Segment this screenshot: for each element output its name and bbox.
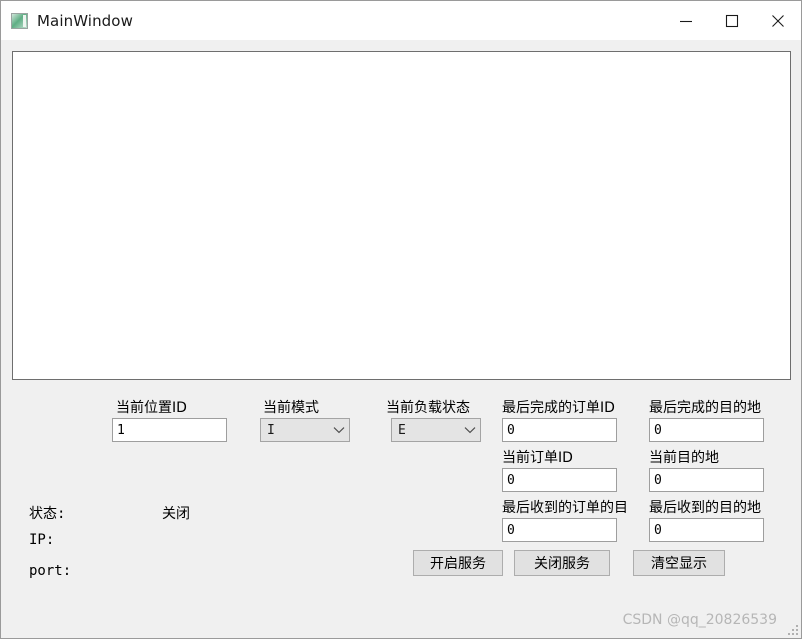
minimize-button[interactable] bbox=[663, 1, 709, 40]
window-title: MainWindow bbox=[37, 12, 133, 30]
status-port-label: port: bbox=[29, 563, 71, 579]
label-current-destination: 当前目的地 bbox=[649, 449, 789, 467]
close-button[interactable] bbox=[755, 1, 801, 40]
label-last-received-order-destination: 最后收到的订单的目的地 bbox=[502, 499, 629, 517]
combo-current-load-state-value: E bbox=[398, 423, 464, 438]
input-current-position-id[interactable] bbox=[112, 418, 227, 442]
combo-current-mode-value: I bbox=[267, 423, 333, 438]
picture-icon bbox=[11, 13, 28, 29]
status-state-value: 关闭 bbox=[162, 503, 190, 523]
minimize-icon bbox=[679, 14, 693, 28]
input-last-finished-order-id[interactable] bbox=[502, 418, 617, 442]
input-current-destination[interactable] bbox=[649, 468, 764, 492]
maximize-button[interactable] bbox=[709, 1, 755, 40]
stop-service-button[interactable]: 关闭服务 bbox=[514, 550, 610, 576]
input-last-finished-destination[interactable] bbox=[649, 418, 764, 442]
main-window: MainWindow 当前位置ID 当前模式 bbox=[0, 0, 802, 639]
status-state-label: 状态: bbox=[29, 503, 65, 523]
label-current-load-state: 当前负载状态 bbox=[386, 399, 470, 417]
chevron-down-icon bbox=[333, 426, 345, 434]
label-current-order-id: 当前订单ID bbox=[502, 449, 630, 467]
title-bar: MainWindow bbox=[1, 1, 801, 40]
input-last-received-order-destination[interactable] bbox=[502, 518, 617, 542]
input-current-order-id[interactable] bbox=[502, 468, 617, 492]
label-last-finished-order-id: 最后完成的订单ID bbox=[502, 399, 630, 417]
log-display-area[interactable] bbox=[12, 51, 791, 380]
input-last-received-destination[interactable] bbox=[649, 518, 764, 542]
label-current-mode: 当前模式 bbox=[263, 399, 319, 417]
close-icon bbox=[771, 14, 785, 28]
clear-display-button[interactable]: 清空显示 bbox=[633, 550, 725, 576]
chevron-down-icon bbox=[464, 426, 476, 434]
start-service-button[interactable]: 开启服务 bbox=[413, 550, 503, 576]
status-ip-label: IP: bbox=[29, 532, 54, 548]
combo-current-load-state[interactable]: E bbox=[391, 418, 481, 442]
maximize-icon bbox=[725, 14, 739, 28]
resize-grip[interactable] bbox=[785, 622, 798, 635]
combo-current-mode[interactable]: I bbox=[260, 418, 350, 442]
label-last-received-destination: 最后收到的目的地 bbox=[649, 499, 789, 517]
watermark-text: CSDN @qq_20826539 bbox=[623, 612, 777, 628]
label-current-position-id: 当前位置ID bbox=[116, 399, 187, 417]
label-last-finished-destination: 最后完成的目的地 bbox=[649, 399, 789, 417]
window-controls bbox=[663, 1, 801, 40]
